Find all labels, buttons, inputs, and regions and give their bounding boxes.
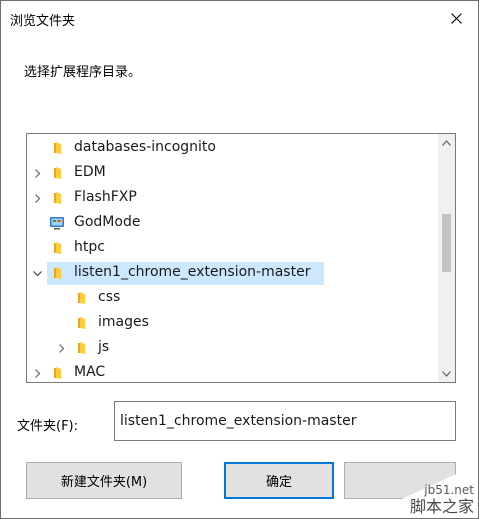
tree-item-label: htpc — [74, 239, 105, 255]
chevron-right-icon — [34, 368, 40, 378]
tree-item[interactable]: listen1_chrome_extension-master — [27, 261, 439, 286]
tree-item-label: js — [98, 339, 110, 355]
tree-item[interactable]: css — [27, 286, 439, 311]
collapse-toggle[interactable] — [31, 167, 43, 179]
expand-toggle[interactable] — [31, 267, 43, 279]
scroll-up-button[interactable] — [438, 134, 455, 151]
folder-icon — [49, 240, 65, 256]
chevron-right-icon — [34, 193, 40, 203]
tree-item-label: css — [98, 289, 121, 305]
new-folder-button[interactable]: 新建文件夹(M) — [26, 462, 182, 499]
folder-tree-list: databases-incognito EDM FlashFXP GodMode htp… — [27, 134, 439, 382]
folder-icon — [49, 365, 65, 381]
folder-icon — [49, 190, 65, 206]
scroll-thumb[interactable] — [442, 214, 451, 272]
chevron-right-icon — [58, 343, 64, 353]
tree-item-label: databases-incognito — [74, 139, 216, 155]
folder-icon — [73, 290, 89, 306]
cancel-button[interactable] — [344, 462, 456, 499]
tree-item-label: FlashFXP — [74, 189, 137, 205]
tree-item[interactable]: databases-incognito — [27, 136, 439, 161]
tree-item[interactable]: MAC — [27, 361, 439, 382]
tree-item-label: listen1_chrome_extension-master — [74, 264, 311, 280]
chevron-right-icon — [34, 168, 40, 178]
folder-icon — [49, 165, 65, 181]
window-title: 浏览文件夹 — [10, 14, 76, 29]
chevron-down-icon — [32, 270, 42, 276]
chevron-up-icon — [442, 139, 451, 146]
tree-item-label: MAC — [74, 364, 106, 380]
close-icon — [450, 12, 462, 24]
folder-tree[interactable]: databases-incognito EDM FlashFXP GodMode htp… — [26, 133, 456, 383]
folder-icon — [49, 265, 65, 281]
watermark-line2: 脚本之家 — [410, 497, 474, 516]
collapse-toggle[interactable] — [55, 342, 67, 354]
folder-field-label: 文件夹(F): — [17, 419, 79, 434]
tree-item[interactable]: FlashFXP — [27, 186, 439, 211]
tree-item[interactable]: htpc — [27, 236, 439, 261]
close-button[interactable] — [434, 1, 478, 35]
browse-folder-dialog: 浏览文件夹 选择扩展程序目录。 databases-incognito EDM Fl… — [0, 0, 479, 519]
ok-button[interactable]: 确定 — [224, 462, 334, 499]
tree-item[interactable]: images — [27, 311, 439, 336]
collapse-toggle[interactable] — [31, 367, 43, 379]
folder-path-input[interactable] — [114, 401, 456, 441]
vertical-scrollbar[interactable] — [438, 134, 455, 382]
tree-item-label: GodMode — [74, 214, 141, 230]
title-bar: 浏览文件夹 — [1, 1, 478, 35]
folder-icon — [49, 140, 65, 156]
tree-item[interactable]: GodMode — [27, 211, 439, 236]
scroll-down-button[interactable] — [438, 365, 455, 382]
tree-item-label: EDM — [74, 164, 106, 180]
folder-icon — [73, 340, 89, 356]
chevron-down-icon — [442, 370, 451, 377]
collapse-toggle[interactable] — [31, 192, 43, 204]
tree-item-label: images — [98, 314, 149, 330]
tree-item[interactable]: EDM — [27, 161, 439, 186]
instruction-text: 选择扩展程序目录。 — [24, 65, 142, 80]
control-panel-icon — [49, 215, 65, 231]
folder-icon — [73, 315, 89, 331]
tree-item[interactable]: js — [27, 336, 439, 361]
